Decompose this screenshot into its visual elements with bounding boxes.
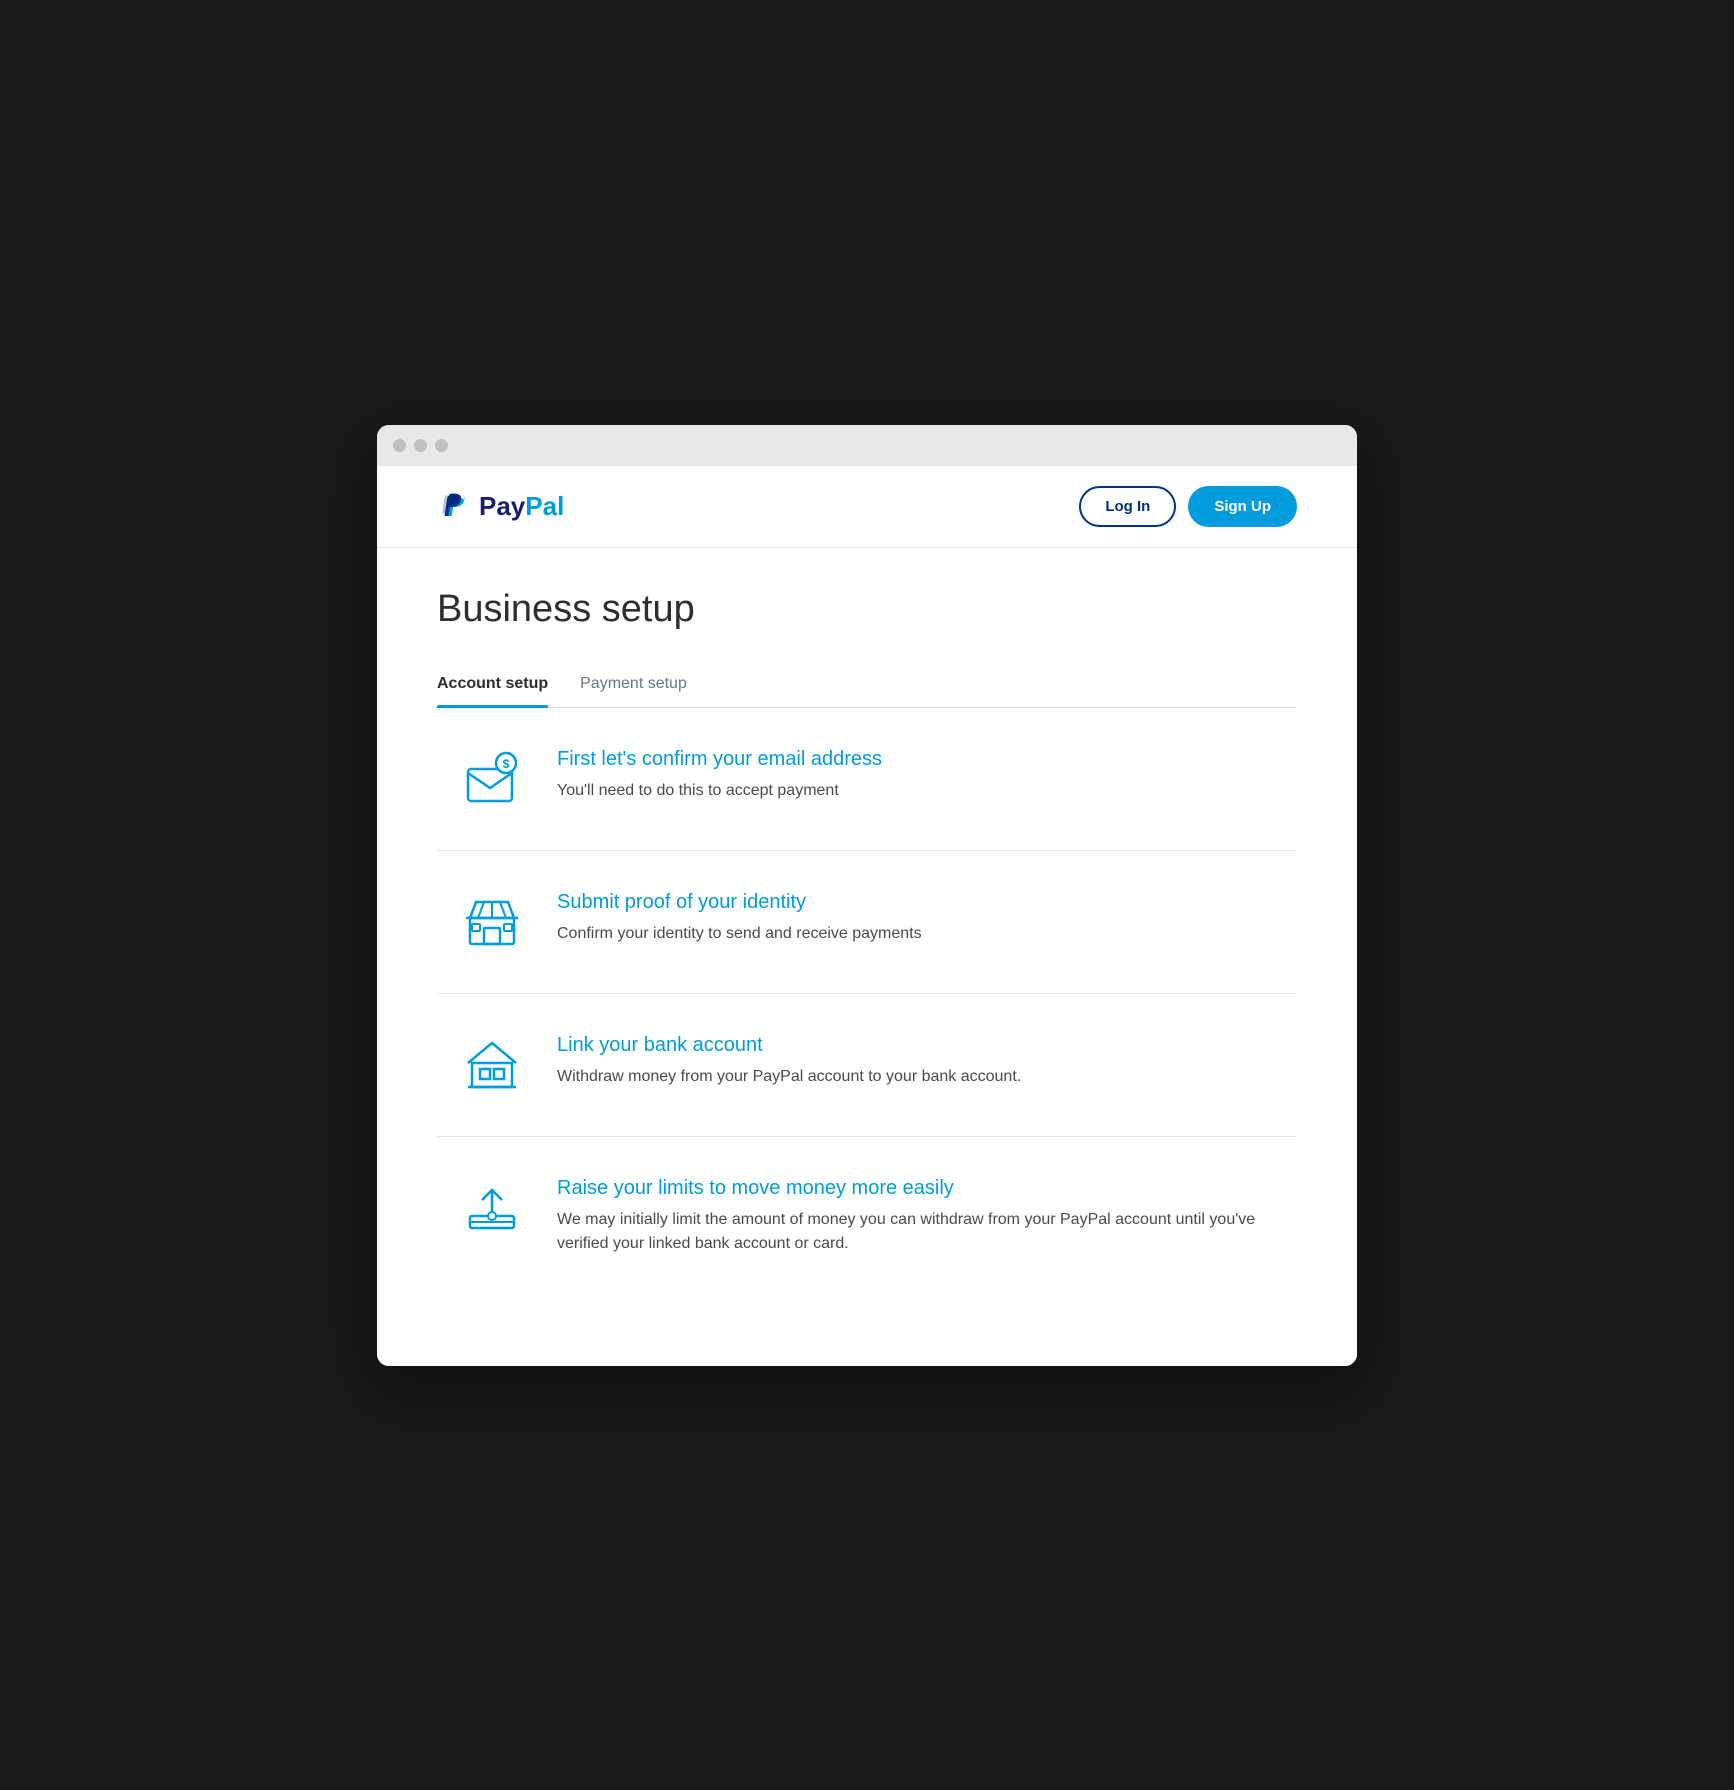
tabs: Account setup Payment setup bbox=[437, 661, 1297, 708]
logo-text: PayPal bbox=[479, 491, 564, 522]
tab-payment-setup-label: Payment setup bbox=[580, 675, 687, 692]
bank-icon bbox=[457, 1030, 527, 1100]
tab-payment-setup[interactable]: Payment setup bbox=[580, 661, 687, 707]
site-header: PayPal Log In Sign Up bbox=[377, 466, 1357, 548]
traffic-light-close[interactable] bbox=[393, 439, 406, 452]
page-title: Business setup bbox=[437, 588, 1297, 631]
upload-icon bbox=[457, 1173, 527, 1243]
setup-text-limits: Raise your limits to move money more eas… bbox=[557, 1173, 1277, 1256]
svg-text:$: $ bbox=[503, 757, 510, 771]
header-actions: Log In Sign Up bbox=[1079, 486, 1297, 527]
tab-account-setup[interactable]: Account setup bbox=[437, 661, 548, 707]
traffic-light-maximize[interactable] bbox=[435, 439, 448, 452]
setup-item-identity: Submit proof of your identity Confirm yo… bbox=[437, 851, 1297, 994]
logo: PayPal bbox=[437, 488, 564, 524]
email-icon: $ bbox=[457, 744, 527, 814]
setup-title-bank[interactable]: Link your bank account bbox=[557, 1034, 1277, 1057]
setup-title-confirm-email[interactable]: First let's confirm your email address bbox=[557, 748, 1277, 771]
browser-chrome bbox=[377, 425, 1357, 466]
setup-desc-bank: Withdraw money from your PayPal account … bbox=[557, 1065, 1277, 1089]
setup-item-bank: Link your bank account Withdraw money fr… bbox=[437, 994, 1297, 1137]
main-content: Business setup Account setup Payment set… bbox=[377, 548, 1357, 1352]
logo-pay: Pay bbox=[479, 491, 525, 521]
login-button[interactable]: Log In bbox=[1079, 486, 1176, 527]
setup-text-confirm-email: First let's confirm your email address Y… bbox=[557, 744, 1277, 803]
setup-item-confirm-email: $ First let's confirm your email address… bbox=[437, 708, 1297, 851]
setup-desc-confirm-email: You'll need to do this to accept payment bbox=[557, 779, 1277, 803]
signup-button[interactable]: Sign Up bbox=[1188, 486, 1297, 527]
page-content: PayPal Log In Sign Up Business setup Acc… bbox=[377, 466, 1357, 1366]
store-icon bbox=[457, 887, 527, 957]
setup-item-limits: Raise your limits to move money more eas… bbox=[437, 1137, 1297, 1292]
setup-title-identity[interactable]: Submit proof of your identity bbox=[557, 891, 1277, 914]
setup-text-identity: Submit proof of your identity Confirm yo… bbox=[557, 887, 1277, 946]
setup-list: $ First let's confirm your email address… bbox=[437, 708, 1297, 1292]
setup-title-limits[interactable]: Raise your limits to move money more eas… bbox=[557, 1177, 1277, 1200]
setup-desc-limits: We may initially limit the amount of mon… bbox=[557, 1208, 1277, 1256]
traffic-light-minimize[interactable] bbox=[414, 439, 427, 452]
browser-window: PayPal Log In Sign Up Business setup Acc… bbox=[377, 425, 1357, 1366]
setup-desc-identity: Confirm your identity to send and receiv… bbox=[557, 922, 1277, 946]
tab-account-setup-label: Account setup bbox=[437, 675, 548, 692]
logo-pal: Pal bbox=[525, 491, 564, 521]
paypal-logo-icon bbox=[437, 488, 473, 524]
setup-text-bank: Link your bank account Withdraw money fr… bbox=[557, 1030, 1277, 1089]
